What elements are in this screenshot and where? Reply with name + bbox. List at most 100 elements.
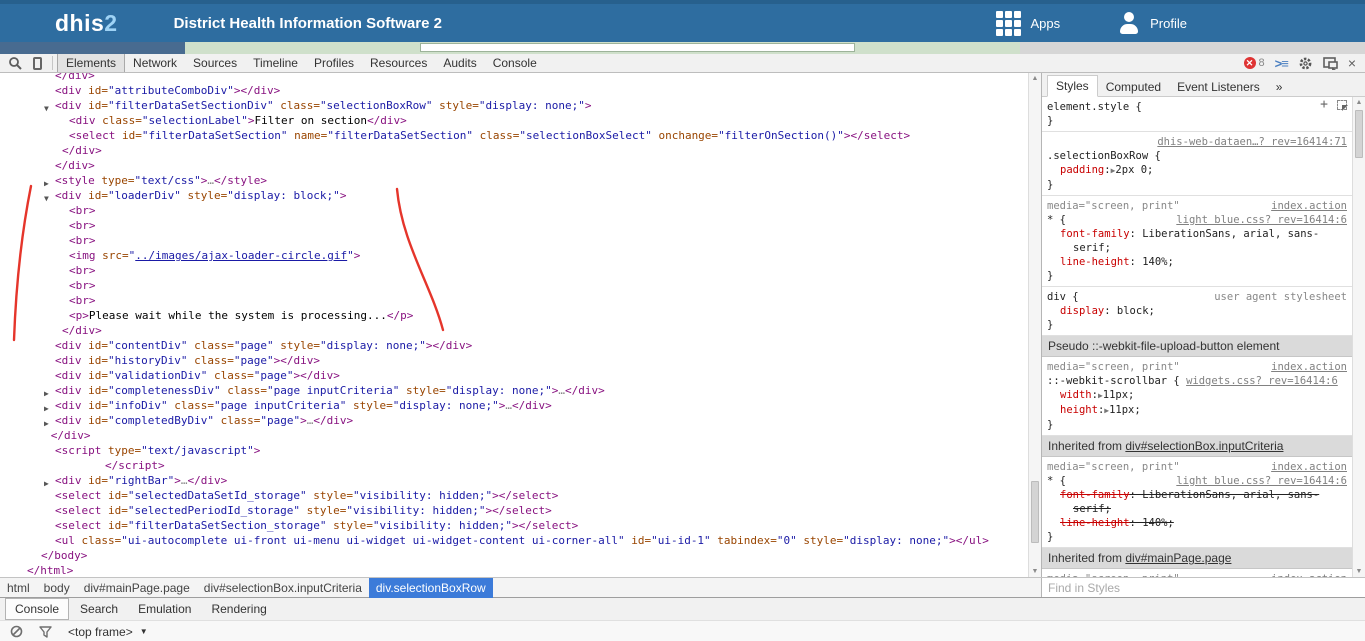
style-line[interactable]: display: block;: [1047, 304, 1347, 318]
sidebar-tab--[interactable]: »: [1268, 77, 1291, 97]
code-line[interactable]: <p>Please wait while the system is proce…: [0, 308, 1028, 323]
filter-icon[interactable]: [39, 626, 52, 638]
drawer-tab-search[interactable]: Search: [71, 599, 127, 619]
code-line[interactable]: <select id="filterDataSetSection_storage…: [0, 518, 1028, 533]
find-in-styles-input[interactable]: [1042, 578, 1365, 597]
stylesheet-link[interactable]: widgets.css? rev=16414:6: [1186, 375, 1338, 387]
code-line[interactable]: <img src="../images/ajax-loader-circle.g…: [0, 248, 1028, 263]
breadcrumb-item[interactable]: body: [37, 578, 77, 598]
style-line[interactable]: +element.style {: [1047, 100, 1347, 114]
code-line[interactable]: <div id="historyDiv" class="page"></div>: [0, 353, 1028, 368]
stylesheet-link[interactable]: ../images/ajax-loader-circle.gif: [135, 249, 347, 262]
style-line[interactable]: }: [1047, 114, 1347, 128]
code-line[interactable]: ▶<div id="completenessDiv" class="page i…: [0, 383, 1028, 398]
style-line[interactable]: padding:▶2px 0;: [1047, 163, 1347, 178]
error-count-badge[interactable]: ✕ 8: [1244, 57, 1265, 69]
code-line[interactable]: ▶<div id="completedByDiv" class="page">……: [0, 413, 1028, 428]
style-line[interactable]: ::-webkit-scrollbar { widgets.css? rev=1…: [1047, 374, 1347, 388]
style-line[interactable]: font-family: LiberationSans, arial, sans…: [1047, 488, 1347, 502]
close-devtools-icon[interactable]: ×: [1348, 57, 1356, 69]
breadcrumb-item[interactable]: div.selectionBoxRow: [369, 578, 493, 598]
code-line[interactable]: <script type="text/javascript">: [0, 443, 1028, 458]
code-line[interactable]: ▼<div id="loaderDiv" style="display: blo…: [0, 188, 1028, 203]
code-line[interactable]: <br>: [0, 263, 1028, 278]
style-line[interactable]: height:▶11px;: [1047, 403, 1347, 418]
tab-elements[interactable]: Elements: [57, 54, 125, 72]
stylesheet-link[interactable]: index.action: [1271, 361, 1347, 373]
tab-audits[interactable]: Audits: [435, 54, 484, 72]
stylesheet-link[interactable]: light blue.css? rev=16414:6: [1176, 214, 1347, 226]
code-line[interactable]: ▶<div id="infoDiv" class="page inputCrit…: [0, 398, 1028, 413]
tab-console[interactable]: Console: [485, 54, 545, 72]
style-line[interactable]: dhis-web-dataen…? rev=16414:71: [1047, 135, 1347, 149]
breadcrumb-item[interactable]: div#mainPage.page: [77, 578, 197, 598]
style-line[interactable]: font-family: LiberationSans, arial, sans…: [1047, 227, 1347, 241]
code-line[interactable]: </script>: [0, 458, 1028, 473]
profile-button[interactable]: Profile: [1118, 12, 1187, 34]
stylesheet-link[interactable]: light blue.css? rev=16414:6: [1176, 475, 1347, 487]
tab-timeline[interactable]: Timeline: [245, 54, 306, 72]
code-line[interactable]: <br>: [0, 203, 1028, 218]
stylesheet-link[interactable]: index.action: [1271, 461, 1347, 473]
new-style-rule-icon[interactable]: +: [1320, 100, 1328, 110]
frame-selector[interactable]: <top frame> ▼: [68, 625, 148, 639]
code-line[interactable]: </div>: [0, 428, 1028, 443]
tab-resources[interactable]: Resources: [362, 54, 435, 72]
style-line[interactable]: index.actionmedia="screen, print": [1047, 460, 1347, 474]
style-line[interactable]: }: [1047, 530, 1347, 544]
code-line[interactable]: ▶<style type="text/css">…</style>: [0, 173, 1028, 188]
style-line[interactable]: }: [1047, 269, 1347, 283]
sidebar-tab-computed[interactable]: Computed: [1098, 77, 1169, 97]
inspect-box-model-icon[interactable]: [1337, 100, 1347, 110]
code-line[interactable]: <select id="filterDataSetSection" name="…: [0, 128, 1028, 143]
style-line[interactable]: index.actionmedia="screen, print": [1047, 199, 1347, 213]
code-line[interactable]: <div id="contentDiv" class="page" style=…: [0, 338, 1028, 353]
tab-network[interactable]: Network: [125, 54, 185, 72]
style-line[interactable]: }: [1047, 418, 1347, 432]
style-line[interactable]: light blue.css? rev=16414:6* {: [1047, 474, 1347, 488]
scroll-down-arrow-icon[interactable]: ▼: [1353, 568, 1365, 575]
code-line[interactable]: </html>: [0, 563, 1028, 577]
code-line[interactable]: </div>: [0, 158, 1028, 173]
scrollbar-thumb[interactable]: [1355, 110, 1363, 158]
style-line[interactable]: serif;: [1047, 241, 1347, 255]
inspect-element-icon[interactable]: [8, 56, 23, 71]
style-line[interactable]: line-height: 140%;: [1047, 516, 1347, 530]
code-line[interactable]: <br>: [0, 233, 1028, 248]
style-line[interactable]: .selectionBoxRow {: [1047, 149, 1347, 163]
styles-scrollbar[interactable]: ▲ ▼: [1352, 97, 1365, 577]
style-line[interactable]: serif;: [1047, 502, 1347, 516]
stylesheet-link[interactable]: index.action: [1271, 200, 1347, 212]
scrollbar-thumb[interactable]: [1031, 481, 1039, 543]
elements-scrollbar[interactable]: ▲ ▼: [1028, 73, 1041, 577]
tab-sources[interactable]: Sources: [185, 54, 245, 72]
breadcrumb-item[interactable]: html: [0, 578, 37, 598]
code-line[interactable]: <select id="selectedDataSetId_storage" s…: [0, 488, 1028, 503]
settings-gear-icon[interactable]: [1298, 56, 1313, 71]
clear-console-icon[interactable]: [10, 625, 23, 638]
tab-profiles[interactable]: Profiles: [306, 54, 362, 72]
drawer-tab-rendering[interactable]: Rendering: [202, 599, 275, 619]
device-mode-icon[interactable]: [33, 57, 42, 70]
dock-side-icon[interactable]: [1323, 57, 1338, 70]
drawer-tab-emulation[interactable]: Emulation: [129, 599, 200, 619]
code-line[interactable]: <div class="selectionLabel">Filter on se…: [0, 113, 1028, 128]
breadcrumb-item[interactable]: div#selectionBox.inputCriteria: [197, 578, 369, 598]
code-line[interactable]: <ul class="ui-autocomplete ui-front ui-m…: [0, 533, 1028, 548]
code-line[interactable]: ▼<div id="filterDataSetSectionDiv" class…: [0, 98, 1028, 113]
code-line[interactable]: <br>: [0, 293, 1028, 308]
style-line[interactable]: user agent stylesheetdiv {: [1047, 290, 1347, 304]
code-line[interactable]: </div>: [0, 323, 1028, 338]
sidebar-tab-styles[interactable]: Styles: [1047, 75, 1098, 97]
element-link[interactable]: div#mainPage.page: [1125, 551, 1231, 565]
scroll-up-arrow-icon[interactable]: ▲: [1353, 99, 1365, 106]
scroll-up-arrow-icon[interactable]: ▲: [1029, 75, 1041, 82]
code-line[interactable]: <br>: [0, 218, 1028, 233]
dhis2-logo[interactable]: dhis2: [55, 10, 118, 37]
style-line[interactable]: light blue.css? rev=16414:6* {: [1047, 213, 1347, 227]
code-line[interactable]: <div id="validationDiv" class="page"></d…: [0, 368, 1028, 383]
code-line[interactable]: ▶<div id="rightBar">…</div>: [0, 473, 1028, 488]
code-line[interactable]: </body>: [0, 548, 1028, 563]
code-line[interactable]: <div id="attributeComboDiv"></div>: [0, 83, 1028, 98]
style-line[interactable]: }: [1047, 178, 1347, 192]
